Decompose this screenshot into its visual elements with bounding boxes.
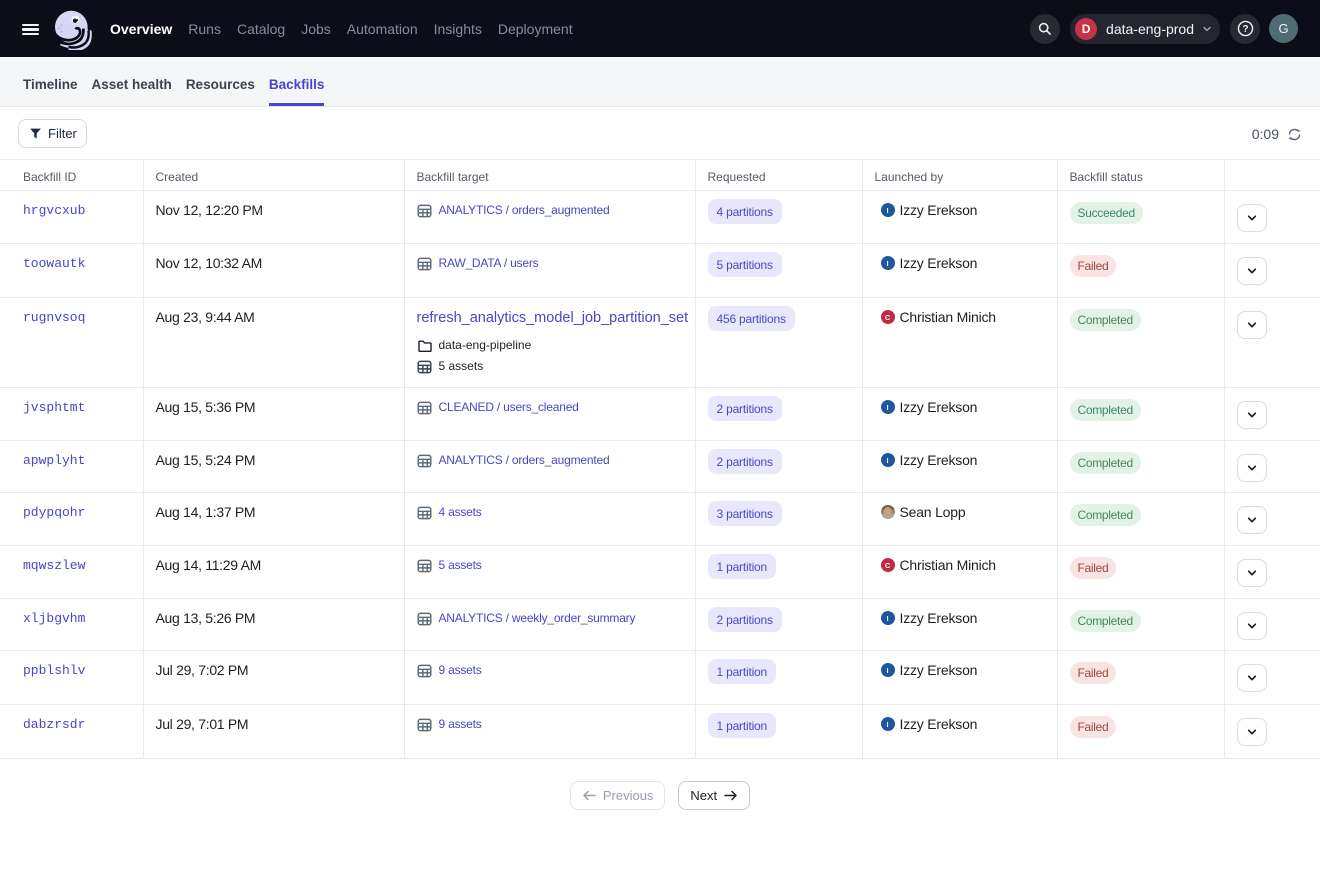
svg-text:?: ? xyxy=(1242,24,1248,35)
